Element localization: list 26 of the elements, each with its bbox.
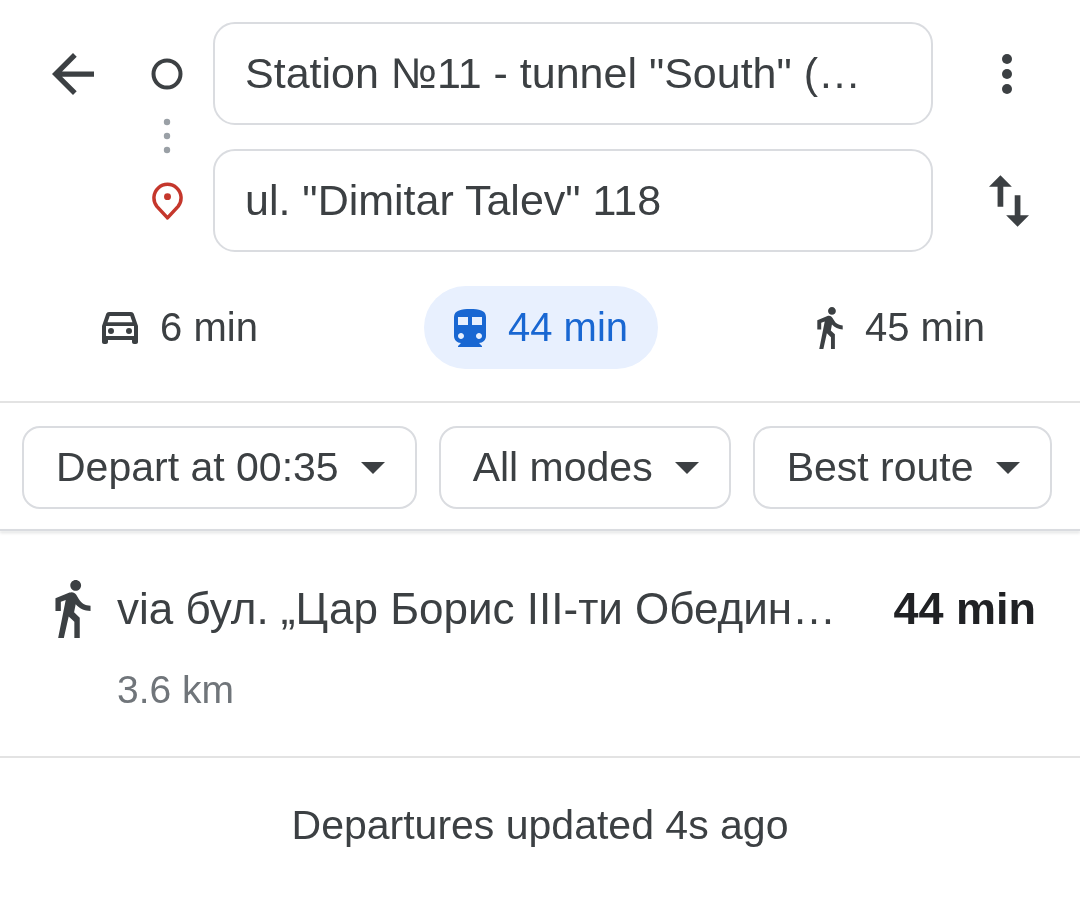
starting-point-field[interactable]: Station №11 - tunnel "South" (…	[213, 22, 933, 125]
more-options-button[interactable]	[1001, 53, 1012, 94]
car-icon	[102, 311, 139, 344]
walking-person-icon	[55, 580, 91, 638]
dotted-line-icon	[163, 118, 171, 154]
route-distance: 3.6 km	[117, 668, 235, 712]
destination-field[interactable]: ul. "Dimitar Talev" 118	[213, 149, 933, 252]
travel-mode-tab[interactable]: 44 min	[423, 286, 659, 369]
route-duration: 44 min	[893, 583, 1036, 635]
travel-mode-tab[interactable]: 45 min	[786, 286, 1016, 369]
walking-person-icon	[816, 306, 843, 349]
back-arrow-icon	[52, 52, 94, 95]
departures-status: Departures updated 4s ago	[291, 802, 789, 849]
travel-mode-tab[interactable]: 6 min	[72, 286, 288, 369]
location-pin-icon	[151, 181, 183, 220]
train-icon	[453, 308, 486, 347]
swap-arrows-icon	[988, 174, 1029, 227]
filter-dropdown[interactable]: All modes	[438, 426, 731, 509]
caret-down-icon	[995, 461, 1020, 474]
caret-down-icon	[674, 461, 699, 474]
caret-down-icon	[360, 461, 385, 474]
filter-dropdown[interactable]: Best route	[752, 426, 1052, 509]
route-summary[interactable]: via бул. „Цар Борис III-ти Обедин…	[117, 584, 837, 634]
filter-dropdown[interactable]: Depart at 00:35	[22, 426, 417, 509]
more-vertical-icon	[1001, 53, 1012, 94]
circle-icon	[151, 57, 183, 90]
